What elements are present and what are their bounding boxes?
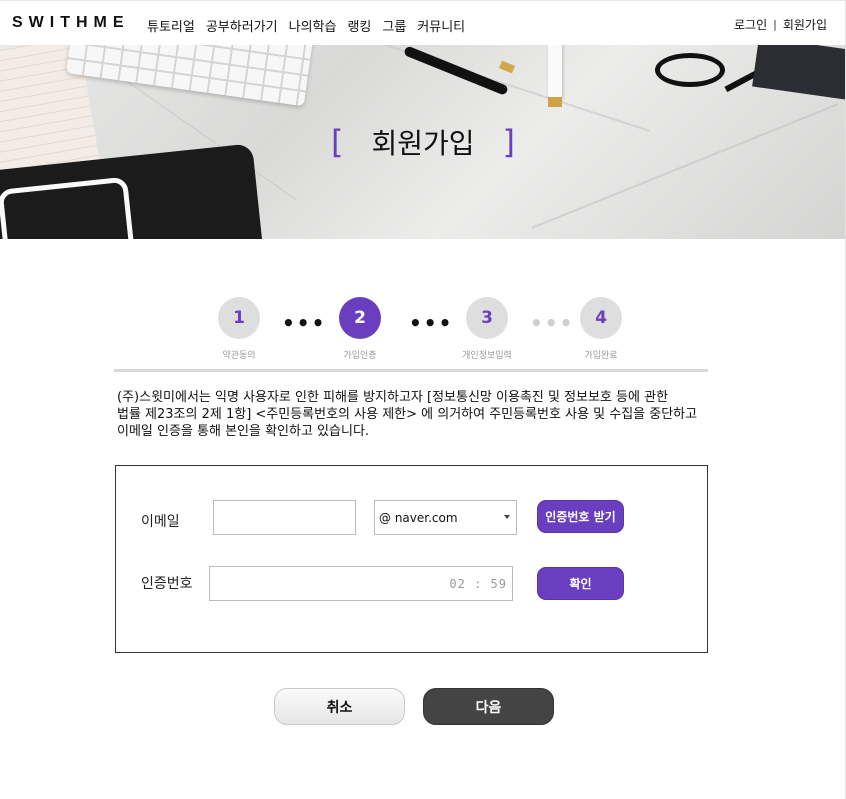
countdown-timer: 02 : 59 [449, 577, 507, 591]
email-label: 이메일 [141, 514, 180, 530]
step-verification: 2 가입인증 [338, 297, 382, 361]
nav-item-group[interactable]: 그룹 [382, 16, 406, 35]
page-title-text: 회원가입 [371, 127, 475, 160]
step-label: 개인정보입력 [462, 351, 512, 361]
step-connector-dots: ••• [282, 311, 327, 335]
notice-line: 법률 제23조의 2제 1항] <주민등록번호의 사용 제한> 에 의거하여 주… [117, 407, 698, 422]
step-number: 4 [580, 297, 622, 339]
step-personal-info: 3 개인정보입력 [462, 297, 512, 361]
code-label: 인증번호 [141, 576, 193, 592]
steps-divider [114, 369, 708, 372]
auth-separator: | [773, 18, 777, 31]
step-terms: 1 약관동의 [217, 297, 261, 361]
step-number: 3 [466, 297, 508, 339]
privacy-notice: (주)스윗미에서는 익명 사용자로 인한 피해를 방지하고자 [정보통신망 이용… [117, 389, 717, 440]
signup-steps: 1 약관동의 ••• 2 가입인증 ••• 3 개인정보입력 ••• 4 가입완… [114, 297, 708, 372]
nav-item-tutorial[interactable]: 튜토리얼 [147, 16, 195, 35]
notice-line: 이메일 인증을 통해 본인을 확인하고 있습니다. [117, 424, 370, 439]
signup-link[interactable]: 회원가입 [783, 16, 827, 33]
step-connector-dots: ••• [409, 311, 454, 335]
hero-banner: [ 회원가입 ] [0, 45, 846, 239]
step-complete: 4 가입완료 [579, 297, 623, 361]
nav-item-study[interactable]: 공부하러가기 [206, 16, 278, 35]
send-code-button[interactable]: 인증번호 받기 [537, 500, 624, 533]
cancel-button[interactable]: 취소 [274, 688, 405, 725]
step-number: 2 [339, 297, 381, 339]
email-input[interactable] [213, 500, 356, 535]
title-bracket-left: [ [330, 123, 344, 161]
main-nav: 튜토리얼 공부하러가기 나의학습 랭킹 그룹 커뮤니티 [147, 16, 465, 35]
logo[interactable]: SWITHME [12, 14, 130, 32]
code-input[interactable]: 02 : 59 [209, 566, 513, 601]
email-domain-value: @ naver.com [379, 510, 458, 525]
top-header: SWITHME 튜토리얼 공부하러가기 나의학습 랭킹 그룹 커뮤니티 로그인 … [0, 0, 846, 45]
step-number: 1 [218, 297, 260, 339]
step-label: 약관동의 [222, 351, 256, 361]
email-domain-select[interactable]: @ naver.com [374, 500, 517, 535]
title-bracket-right: ] [502, 123, 515, 161]
nav-item-community[interactable]: 커뮤니티 [417, 16, 465, 35]
page-title: [ 회원가입 ] [0, 45, 846, 239]
next-button[interactable]: 다음 [423, 688, 554, 725]
nav-item-ranking[interactable]: 랭킹 [347, 16, 371, 35]
notice-line: (주)스윗미에서는 익명 사용자로 인한 피해를 방지하고자 [정보통신망 이용… [117, 390, 669, 405]
chevron-down-icon [504, 515, 510, 519]
step-label: 가입인증 [343, 351, 377, 361]
nav-item-my-learning[interactable]: 나의학습 [289, 16, 337, 35]
auth-links: 로그인 | 회원가입 [734, 16, 827, 33]
step-connector-dots: ••• [530, 311, 575, 335]
step-label: 가입완료 [584, 351, 618, 361]
confirm-code-button[interactable]: 확인 [537, 567, 624, 600]
verification-form: 이메일 @ naver.com 인증번호 받기 인증번호 02 : 59 확인 [115, 465, 708, 653]
login-link[interactable]: 로그인 [734, 16, 767, 33]
